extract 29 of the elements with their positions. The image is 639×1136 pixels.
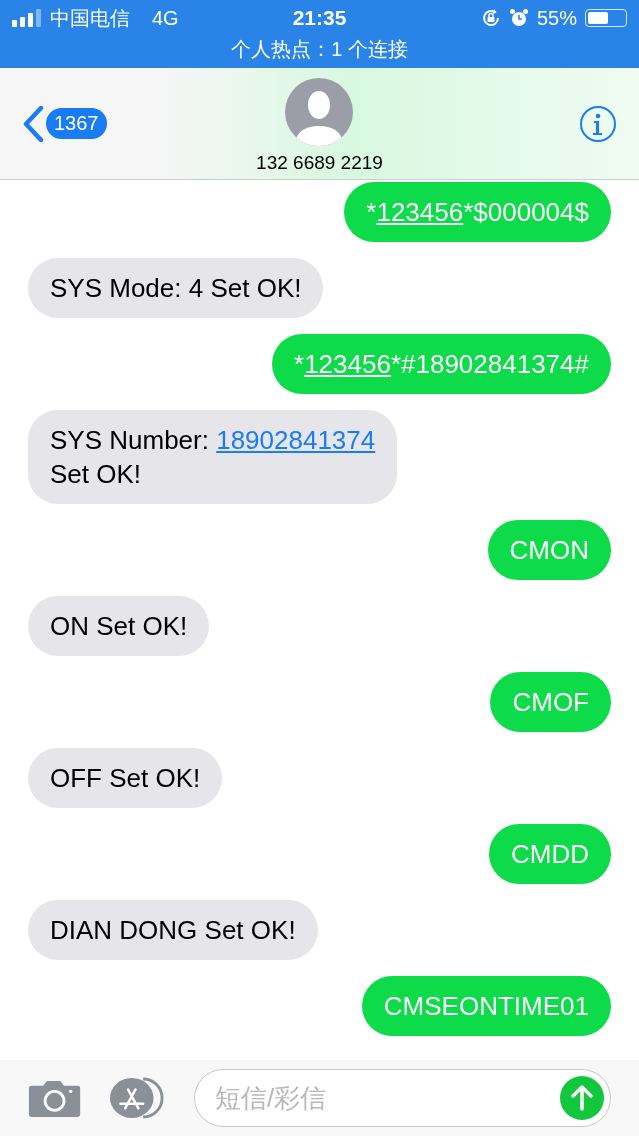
received-message-bubble: SYS Mode: 4 Set OK! xyxy=(28,258,324,318)
alarm-icon xyxy=(508,8,529,28)
message-input-field[interactable]: 短信/彩信 xyxy=(194,1069,611,1127)
sent-message-bubble: *123456*#18902841374# xyxy=(272,334,611,394)
received-message-bubble: SYS Number: 18902841374 Set OK! xyxy=(28,410,398,504)
app-store-icon[interactable] xyxy=(109,1076,166,1120)
back-chevron-icon[interactable] xyxy=(22,105,44,142)
hotspot-banner[interactable]: 个人热点：1 个连接 xyxy=(231,36,408,63)
sent-message-bubble: CMON xyxy=(487,520,611,580)
sent-message-bubble: *123456*$000004$ xyxy=(344,182,611,242)
carrier-name: 中国电信 xyxy=(50,5,130,31)
sent-message-bubble: CMOF xyxy=(490,672,611,732)
info-icon[interactable] xyxy=(579,104,617,143)
received-message-bubble: ON Set OK! xyxy=(28,596,210,656)
rotation-lock-icon xyxy=(480,8,501,28)
sent-message-bubble: CMSEONTIME01 xyxy=(361,976,611,1036)
unread-count-badge[interactable]: 1367 xyxy=(46,108,107,139)
battery-icon xyxy=(585,9,627,27)
contact-number[interactable]: 132 6689 2219 xyxy=(256,151,383,174)
received-message-bubble: OFF Set OK! xyxy=(28,748,223,808)
sent-message-bubble: CMDD xyxy=(489,824,611,884)
message-link[interactable]: 18902841374 xyxy=(216,425,376,455)
send-button[interactable] xyxy=(560,1076,604,1120)
network-type: 4G xyxy=(152,6,179,30)
avatar-icon[interactable] xyxy=(285,77,354,146)
received-message-bubble: DIAN DONG Set OK! xyxy=(28,900,318,960)
battery-percent: 55% xyxy=(536,6,577,30)
clock-time: 21:35 xyxy=(292,6,347,30)
signal-icon xyxy=(12,9,42,27)
